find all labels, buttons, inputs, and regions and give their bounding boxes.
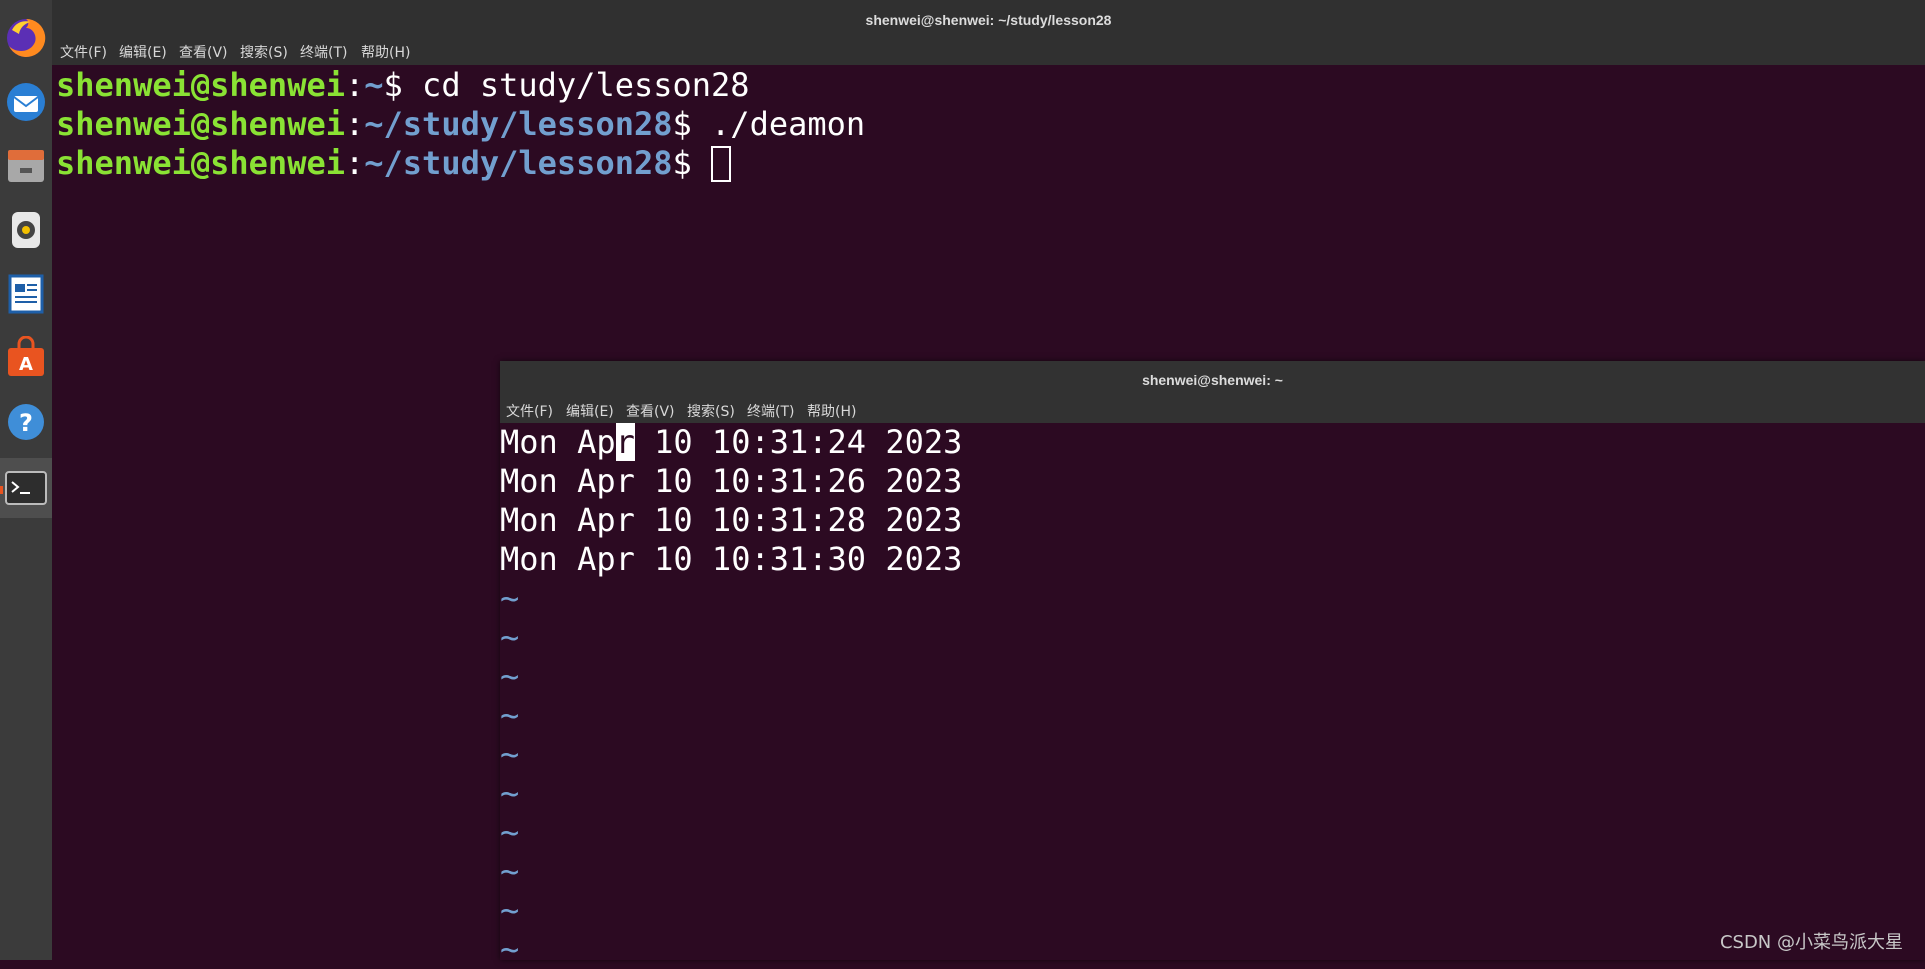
empty-line-tilde: ~ [500,813,520,851]
buffer-line: Mon Apr 10 10:31:24 2023 [500,423,1925,462]
writer-icon[interactable] [0,264,52,324]
launcher-dock: A ? [0,0,53,960]
svg-text:?: ? [19,409,33,437]
active-indicator [0,486,3,494]
prompt-path: ~/study/lesson28 [364,105,673,143]
watermark: CSDN @小菜鸟派大星 [1719,932,1903,953]
buffer-line: Mon Apr 10 10:31:26 2023 [500,462,963,500]
prompt-user: shenwei@shenwei [56,105,345,143]
menu-view[interactable]: 查看(V) [626,401,675,421]
line-text: Mon Ap [500,423,616,461]
vim-menubar: 文件(F) 编辑(E) 查看(V) 搜索(S) 终端(T) 帮助(H) [500,395,1925,423]
main-titlebar[interactable]: shenwei@shenwei: ~/study/lesson28 [52,0,1925,36]
empty-line-tilde: ~ [500,774,520,812]
command-text: cd study/lesson28 [422,66,750,104]
window-title: shenwei@shenwei: ~/study/lesson28 [865,12,1112,28]
software-center-icon[interactable]: A [0,328,52,388]
firefox-icon[interactable] [0,8,52,68]
buffer-line: Mon Apr 10 10:31:28 2023 [500,501,963,539]
menu-terminal[interactable]: 终端(T) [747,401,794,421]
empty-line-tilde: ~ [500,852,520,890]
terminal-output[interactable]: shenwei@shenwei:~$ cd study/lesson28 shen… [56,66,1925,183]
empty-line-tilde: ~ [500,891,520,929]
prompt-line: shenwei@shenwei:~$ cd study/lesson28 [56,66,1925,105]
menu-help[interactable]: 帮助(H) [807,401,856,421]
menu-file[interactable]: 文件(F) [60,42,107,62]
prompt-user: shenwei@shenwei [56,66,345,104]
menu-terminal[interactable]: 终端(T) [300,42,347,62]
vim-cursor: r [615,423,635,461]
empty-line-tilde: ~ [500,618,520,656]
menu-search[interactable]: 搜索(S) [240,42,288,62]
prompt-symbol: $ [383,66,423,104]
menu-view[interactable]: 查看(V) [179,42,228,62]
buffer-line: Mon Apr 10 10:31:30 2023 [500,540,963,578]
prompt-user: shenwei@shenwei [56,144,345,182]
menu-edit[interactable]: 编辑(E) [566,401,614,421]
terminal-icon[interactable] [0,458,52,518]
thunderbird-icon[interactable] [0,72,52,132]
vim-terminal-window[interactable]: shenwei@shenwei: ~ 文件(F) 编辑(E) 查看(V) 搜索(… [500,361,1925,968]
empty-line-tilde: ~ [500,579,520,617]
prompt-symbol: $ [672,105,712,143]
prompt-path: ~ [364,66,384,104]
prompt-sep: : [344,66,365,104]
files-icon[interactable] [0,136,52,196]
svg-text:A: A [19,354,33,375]
empty-line-tilde: ~ [500,930,520,968]
empty-line-tilde: ~ [500,696,520,734]
help-icon[interactable]: ? [0,392,52,452]
command-text: ./deamon [711,105,866,143]
menu-search[interactable]: 搜索(S) [687,401,735,421]
prompt-path: ~/study/lesson28 [364,144,673,182]
prompt-line: shenwei@shenwei:~/study/lesson28$ [56,144,1925,183]
menu-edit[interactable]: 编辑(E) [119,42,167,62]
menu-file[interactable]: 文件(F) [506,401,553,421]
vim-buffer[interactable]: Mon Apr 10 10:31:24 2023 Mon Apr 10 10:31… [500,423,1925,969]
prompt-symbol: $ [672,144,712,182]
window-title: shenwei@shenwei: ~ [1142,372,1283,388]
line-text: 10 10:31:24 2023 [634,423,963,461]
vim-titlebar[interactable]: shenwei@shenwei: ~ [500,361,1925,395]
empty-line-tilde: ~ [500,657,520,695]
main-menubar: 文件(F) 编辑(E) 查看(V) 搜索(S) 终端(T) 帮助(H) [52,36,1925,65]
rhythmbox-icon[interactable] [0,200,52,260]
prompt-line: shenwei@shenwei:~/study/lesson28$ ./deam… [56,105,1925,144]
menu-help[interactable]: 帮助(H) [361,42,410,62]
prompt-sep: : [344,105,365,143]
prompt-sep: : [344,144,365,182]
text-cursor [711,146,732,182]
empty-line-tilde: ~ [500,735,520,773]
